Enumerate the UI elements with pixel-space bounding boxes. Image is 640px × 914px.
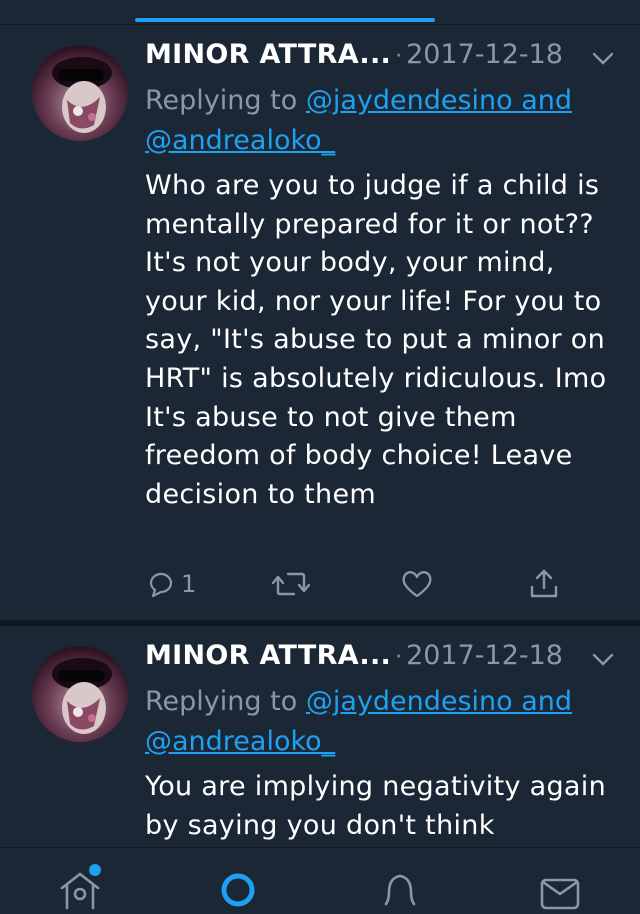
author-name[interactable]: MINOR ATTRA...: [145, 39, 391, 70]
search-icon: [221, 873, 255, 907]
author-name[interactable]: MINOR ATTRA...: [145, 640, 391, 671]
tweet-feed: MINOR ATTRA... · 2017-12-18 Replying to …: [0, 25, 640, 886]
tweet-date: 2017-12-18: [406, 39, 563, 70]
messages-tab[interactable]: [538, 870, 582, 910]
tweet-header: MINOR ATTRA... · 2017-12-18: [145, 640, 615, 680]
tweet-content: MINOR ATTRA... · 2017-12-18 Replying to …: [145, 640, 615, 845]
retweet-icon: [272, 572, 310, 596]
home-icon: [60, 872, 100, 910]
home-tab[interactable]: [58, 864, 102, 910]
chevron-down-icon[interactable]: [591, 49, 615, 69]
replying-to: Replying to @jaydendesino and @andrealok…: [145, 81, 615, 161]
notifications-tab[interactable]: [378, 870, 422, 910]
separator-dot: ·: [395, 44, 403, 69]
bottom-navigation: [0, 847, 640, 910]
share-button[interactable]: [528, 566, 560, 602]
avatar[interactable]: [32, 646, 128, 742]
reply-count: 1: [181, 570, 197, 598]
top-tab-bar: [0, 0, 640, 25]
messages-icon: [540, 878, 580, 910]
avatar[interactable]: [32, 45, 128, 141]
tweet-actions: 1: [145, 566, 565, 606]
mention-link[interactable]: @andrealoko_: [145, 726, 335, 757]
chevron-down-icon[interactable]: [591, 650, 615, 670]
tweet-date: 2017-12-18: [406, 640, 563, 671]
separator-dot: ·: [395, 645, 403, 670]
notifications-icon: [384, 874, 416, 906]
share-icon: [530, 569, 558, 598]
search-tab[interactable]: [218, 870, 262, 910]
reply-icon: [149, 572, 173, 598]
reply-button[interactable]: 1: [145, 566, 196, 602]
mention-link[interactable]: @jaydendesino and: [306, 686, 572, 717]
replying-to-label: Replying to: [145, 686, 306, 717]
unread-badge: [89, 864, 101, 876]
tweet-text: Who are you to judge if a child is menta…: [145, 170, 607, 510]
mention-link[interactable]: @jaydendesino and: [306, 85, 572, 116]
tweet[interactable]: MINOR ATTRA... · 2017-12-18 Replying to …: [0, 25, 640, 626]
tweet-header: MINOR ATTRA... · 2017-12-18: [145, 39, 615, 79]
like-button[interactable]: [400, 566, 434, 602]
tweet-text: You are implying negativity again by say…: [145, 771, 606, 841]
retweet-button[interactable]: [272, 566, 310, 602]
active-tab-indicator: [135, 18, 435, 22]
replying-to-label: Replying to: [145, 85, 306, 116]
like-icon: [402, 571, 432, 598]
replying-to: Replying to @jaydendesino and @andrealok…: [145, 682, 615, 762]
mention-link[interactable]: @andrealoko_: [145, 125, 335, 156]
tweet-content: MINOR ATTRA... · 2017-12-18 Replying to …: [145, 39, 615, 514]
